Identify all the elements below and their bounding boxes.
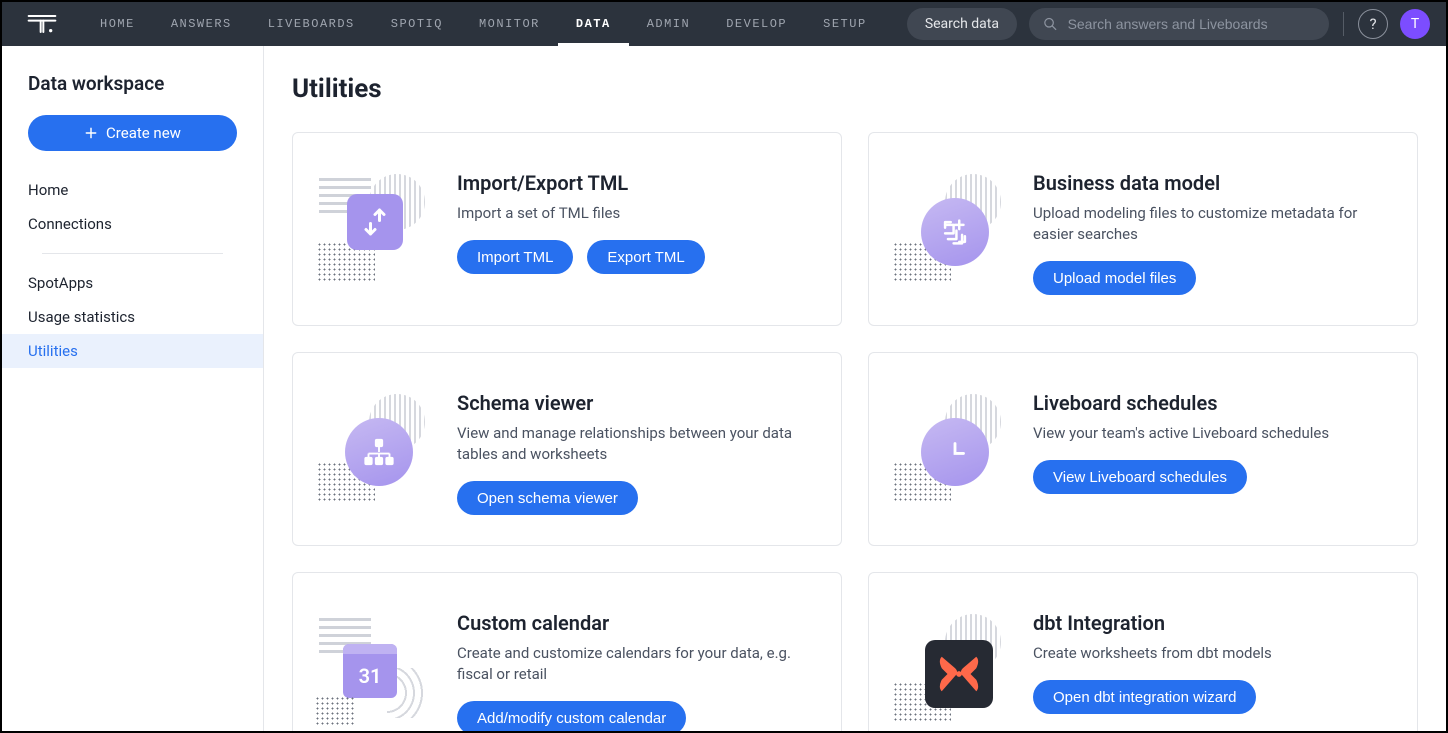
nav-link-spotiq[interactable]: SPOTIQ [373, 2, 461, 46]
sidebar-item-home[interactable]: Home [2, 173, 263, 207]
global-search[interactable] [1029, 8, 1329, 40]
card-icon-import-export-tml [321, 163, 431, 295]
nav-link-monitor[interactable]: MONITOR [461, 2, 558, 46]
nav-link-home[interactable]: HOME [82, 2, 153, 46]
card-icon-custom-calendar: 31 [321, 603, 431, 731]
sidebar-item-utilities[interactable]: Utilities [2, 334, 263, 368]
divider [1343, 12, 1344, 36]
user-avatar[interactable]: T [1400, 9, 1430, 39]
sidebar: Data workspace Create new HomeConnection… [2, 46, 264, 731]
card-buttons: Import TML Export TML [457, 240, 813, 274]
button-open-schema-viewer[interactable]: Open schema viewer [457, 481, 638, 515]
search-icon [1043, 16, 1058, 32]
search-data-button[interactable]: Search data [907, 8, 1017, 40]
card-description: View and manage relationships between yo… [457, 423, 813, 465]
card-business-data-model: Business data model Upload modeling files… [868, 132, 1418, 326]
nav-link-setup[interactable]: SETUP [805, 2, 885, 46]
card-description: Create worksheets from dbt models [1033, 643, 1389, 664]
card-description: Upload modeling files to customize metad… [1033, 203, 1389, 245]
card-body: Liveboard schedules View your team's acti… [1033, 383, 1389, 515]
card-schema-viewer: Schema viewer View and manage relationshi… [292, 352, 842, 546]
page-title: Utilities [292, 74, 1418, 104]
nav-links: HOMEANSWERSLIVEBOARDSSPOTIQMONITORDATAAD… [82, 2, 885, 46]
button-view-liveboard-schedules[interactable]: View Liveboard schedules [1033, 460, 1247, 494]
card-body: Import/Export TML Import a set of TML fil… [457, 163, 813, 295]
schema-icon [345, 418, 413, 486]
button-import-tml[interactable]: Import TML [457, 240, 573, 274]
card-description: Import a set of TML files [457, 203, 813, 224]
clock-icon [921, 418, 989, 486]
help-button[interactable]: ? [1358, 9, 1388, 39]
button-add-modify-custom-calendar[interactable]: Add/modify custom calendar [457, 701, 686, 731]
search-data-label: Search data [925, 16, 999, 32]
nav-link-develop[interactable]: DEVELOP [708, 2, 805, 46]
nav-link-answers[interactable]: ANSWERS [153, 2, 250, 46]
card-title: Import/Export TML [457, 171, 813, 195]
card-icon-business-data-model [897, 163, 1007, 295]
sidebar-item-connections[interactable]: Connections [2, 207, 263, 241]
card-buttons: View Liveboard schedules [1033, 460, 1389, 494]
card-title: Schema viewer [457, 391, 813, 415]
card-custom-calendar: 31 Custom calendar Create and customize ca… [292, 572, 842, 731]
create-new-button[interactable]: Create new [28, 115, 237, 151]
card-icon-liveboard-schedules [897, 383, 1007, 515]
card-import-export-tml: Import/Export TML Import a set of TML fil… [292, 132, 842, 326]
card-buttons: Add/modify custom calendar [457, 701, 813, 731]
card-dbt-integration: dbt Integration Create worksheets from db… [868, 572, 1418, 731]
card-buttons: Upload model files [1033, 261, 1389, 295]
card-body: dbt Integration Create worksheets from db… [1033, 603, 1389, 731]
card-body: Schema viewer View and manage relationshi… [457, 383, 813, 515]
nav-link-admin[interactable]: ADMIN [629, 2, 709, 46]
card-description: Create and customize calendars for your … [457, 643, 813, 685]
data-model-icon [921, 198, 989, 266]
plus-icon [84, 126, 98, 140]
create-new-label: Create new [106, 124, 181, 142]
card-buttons: Open dbt integration wizard [1033, 680, 1389, 714]
card-body: Custom calendar Create and customize cale… [457, 603, 813, 731]
card-buttons: Open schema viewer [457, 481, 813, 515]
utilities-grid: Import/Export TML Import a set of TML fil… [292, 132, 1418, 731]
card-body: Business data model Upload modeling files… [1033, 163, 1389, 295]
card-description: View your team's active Liveboard schedu… [1033, 423, 1389, 444]
card-title: Business data model [1033, 171, 1389, 195]
logo-icon [26, 13, 58, 35]
card-liveboard-schedules: Liveboard schedules View your team's acti… [868, 352, 1418, 546]
help-icon: ? [1369, 15, 1376, 33]
nav-link-liveboards[interactable]: LIVEBOARDS [250, 2, 373, 46]
import-export-icon [347, 194, 403, 250]
sidebar-divider [42, 253, 223, 254]
main-content: Utilities Import/Export TML Import a set … [264, 46, 1446, 731]
card-title: Custom calendar [457, 611, 813, 635]
calendar-icon: 31 [343, 644, 397, 698]
top-navbar: HOMEANSWERSLIVEBOARDSSPOTIQMONITORDATAAD… [2, 2, 1446, 46]
button-open-dbt-integration-wizard[interactable]: Open dbt integration wizard [1033, 680, 1256, 714]
app-logo[interactable] [2, 2, 82, 46]
sidebar-title: Data workspace [2, 72, 263, 115]
avatar-initial: T [1411, 16, 1419, 32]
nav-link-data[interactable]: DATA [558, 2, 629, 46]
card-icon-dbt-integration [897, 603, 1007, 731]
button-upload-model-files[interactable]: Upload model files [1033, 261, 1196, 295]
sidebar-item-spotapps[interactable]: SpotApps [2, 266, 263, 300]
card-title: Liveboard schedules [1033, 391, 1389, 415]
sidebar-item-usage-statistics[interactable]: Usage statistics [2, 300, 263, 334]
button-export-tml[interactable]: Export TML [587, 240, 704, 274]
dbt-icon [925, 640, 993, 708]
global-search-input[interactable] [1068, 16, 1315, 32]
card-title: dbt Integration [1033, 611, 1389, 635]
card-icon-schema-viewer [321, 383, 431, 515]
